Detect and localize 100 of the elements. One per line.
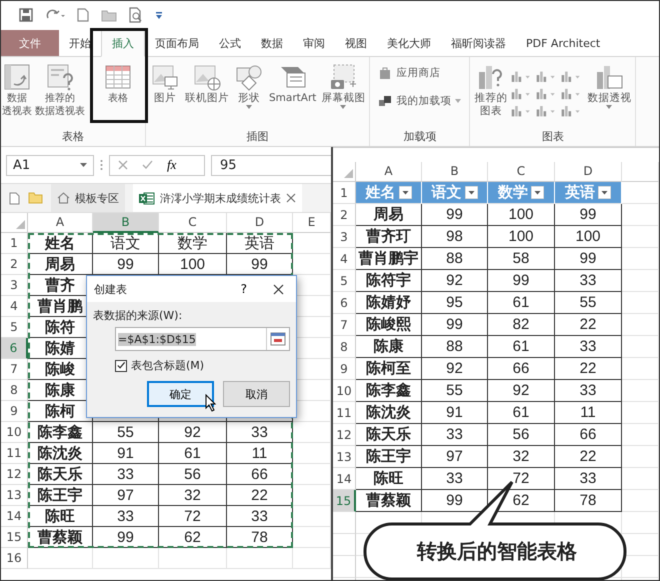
close-icon[interactable] bbox=[273, 284, 284, 294]
ribbon-button[interactable]: 推荐的 数据透视表 bbox=[34, 60, 86, 120]
row-header[interactable]: 14 bbox=[1, 506, 28, 527]
spreadsheet-icon bbox=[139, 192, 155, 204]
row-header[interactable]: 3 bbox=[333, 226, 356, 248]
table-cell: 58 bbox=[488, 248, 555, 270]
row-header[interactable]: 12 bbox=[1, 464, 28, 485]
row-header[interactable]: 13 bbox=[1, 485, 28, 506]
ribbon-tab[interactable]: 插入 bbox=[101, 29, 145, 57]
row-header[interactable]: 10 bbox=[333, 380, 356, 402]
table-cell: 91 bbox=[422, 402, 488, 424]
filter-dropdown-icon[interactable] bbox=[531, 186, 544, 199]
ribbon-tab[interactable]: 公式 bbox=[209, 30, 251, 56]
row-header[interactable]: 8 bbox=[1, 380, 28, 401]
table-cell: 56 bbox=[488, 424, 555, 446]
row-header[interactable]: 15 bbox=[1, 527, 28, 548]
cancel-button[interactable]: 取消 bbox=[223, 381, 290, 407]
row-header[interactable]: 11 bbox=[333, 402, 356, 424]
row-header[interactable]: 7 bbox=[333, 314, 356, 336]
cancel-icon[interactable] bbox=[118, 160, 128, 170]
row-header[interactable]: 10 bbox=[1, 422, 28, 443]
table-cell: 陈旺 bbox=[356, 468, 422, 490]
column-header[interactable]: E bbox=[293, 213, 331, 233]
ribbon-button[interactable]: 数据透视 bbox=[585, 60, 634, 111]
row-header[interactable]: 4 bbox=[1, 296, 28, 317]
name-box[interactable]: A1 bbox=[6, 154, 94, 176]
ribbon-button[interactable]: 应用商店 bbox=[372, 62, 446, 84]
row-header[interactable]: 8 bbox=[333, 336, 356, 358]
row-header[interactable]: 2 bbox=[333, 204, 356, 226]
ribbon-tab[interactable]: 审阅 bbox=[293, 30, 335, 56]
ribbon-tab[interactable]: 美化大师 bbox=[377, 30, 441, 56]
empty-cell bbox=[293, 527, 331, 548]
empty-cell bbox=[622, 336, 659, 358]
column-header[interactable]: D bbox=[227, 213, 293, 233]
close-icon[interactable] bbox=[286, 193, 296, 203]
ribbon-tab[interactable]: PDF Architect bbox=[516, 30, 610, 56]
table-cell: 陈康 bbox=[356, 336, 422, 358]
formula-field[interactable]: 95 bbox=[211, 154, 331, 176]
sheet-tab[interactable]: 模板专区 bbox=[51, 184, 125, 212]
row-header[interactable]: 6 bbox=[333, 292, 356, 314]
new-file-icon[interactable] bbox=[9, 192, 20, 204]
ribbon-button[interactable]: 屏幕截图 bbox=[319, 60, 368, 111]
field-label: 表数据的来源(W): bbox=[93, 308, 184, 323]
row-header[interactable]: 11 bbox=[1, 443, 28, 464]
collapse-dialog-icon[interactable] bbox=[270, 332, 286, 346]
ribbon-tab[interactable]: 视图 bbox=[335, 30, 377, 56]
row-header[interactable]: 1 bbox=[1, 233, 28, 254]
ribbon-button[interactable]: 联机图片 bbox=[183, 60, 231, 107]
table-cell: 97 bbox=[93, 485, 159, 506]
table-cell: 88 bbox=[422, 336, 488, 358]
row-header[interactable]: 13 bbox=[333, 446, 356, 468]
new-file-icon[interactable] bbox=[77, 8, 89, 22]
table-cell: 56 bbox=[159, 464, 227, 485]
column-header[interactable]: C bbox=[159, 213, 227, 233]
table-cell: 陈天乐 bbox=[28, 464, 93, 485]
ribbon-button[interactable]: SmartArt bbox=[267, 60, 318, 107]
row-header[interactable]: 3 bbox=[1, 275, 28, 296]
row-header[interactable]: 6 bbox=[1, 338, 28, 359]
insert-function-button[interactable]: fx bbox=[167, 157, 176, 173]
row-header[interactable]: 2 bbox=[1, 254, 28, 275]
ribbon-tab[interactable]: 福昕阅读器 bbox=[441, 30, 516, 56]
ribbon-button[interactable]: 形状 bbox=[232, 60, 266, 111]
ribbon-button[interactable]: 表格 bbox=[91, 60, 145, 107]
ribbon-button[interactable]: 数据 透视表 bbox=[1, 60, 33, 120]
help-button[interactable]: ? bbox=[240, 282, 247, 296]
ok-button[interactable]: 确定 bbox=[147, 381, 214, 407]
caret-icon bbox=[80, 163, 87, 167]
table-cell: 100 bbox=[488, 204, 555, 226]
filter-dropdown-icon[interactable] bbox=[398, 186, 412, 199]
table-cell: 33 bbox=[227, 506, 293, 527]
ribbon-button[interactable]: 推荐的 图表 bbox=[472, 60, 510, 120]
empty-cell bbox=[159, 548, 227, 569]
empty-cell bbox=[622, 292, 659, 314]
ribbon-button[interactable]: 我的加载项 bbox=[372, 90, 468, 112]
row-header[interactable]: 7 bbox=[1, 359, 28, 380]
check-icon[interactable] bbox=[142, 160, 153, 170]
table-cell: 32 bbox=[159, 485, 227, 506]
row-header[interactable]: 12 bbox=[333, 424, 356, 446]
column-header[interactable]: B bbox=[93, 213, 159, 233]
row-header[interactable]: 15 bbox=[333, 490, 356, 512]
row-header[interactable]: 5 bbox=[333, 270, 356, 292]
ribbon-tab[interactable]: 开始 bbox=[59, 30, 101, 56]
print-preview-icon[interactable] bbox=[129, 6, 143, 22]
row-header[interactable]: 9 bbox=[333, 358, 356, 380]
ribbon-tab[interactable]: 数据 bbox=[251, 30, 293, 56]
table-cell: 95 bbox=[422, 292, 488, 314]
row-header[interactable]: 16 bbox=[1, 548, 28, 569]
filter-dropdown-icon[interactable] bbox=[464, 186, 478, 199]
ribbon-button[interactable]: 图片 bbox=[148, 60, 182, 107]
row-header[interactable]: 9 bbox=[1, 401, 28, 422]
filter-dropdown-icon[interactable] bbox=[598, 186, 611, 199]
checkbox[interactable] bbox=[115, 360, 127, 372]
customize-caret-icon[interactable] bbox=[155, 10, 163, 20]
sheet-tab[interactable]: 浒澪小学期末成绩统计表 bbox=[133, 184, 302, 212]
ribbon-tab[interactable]: 页面布局 bbox=[145, 30, 209, 56]
ribbon-tab[interactable]: 文件 bbox=[1, 30, 59, 56]
row-header[interactable]: 4 bbox=[333, 248, 356, 270]
save-icon[interactable] bbox=[19, 8, 33, 22]
empty-cell bbox=[28, 548, 93, 569]
folder-icon[interactable] bbox=[101, 8, 117, 22]
